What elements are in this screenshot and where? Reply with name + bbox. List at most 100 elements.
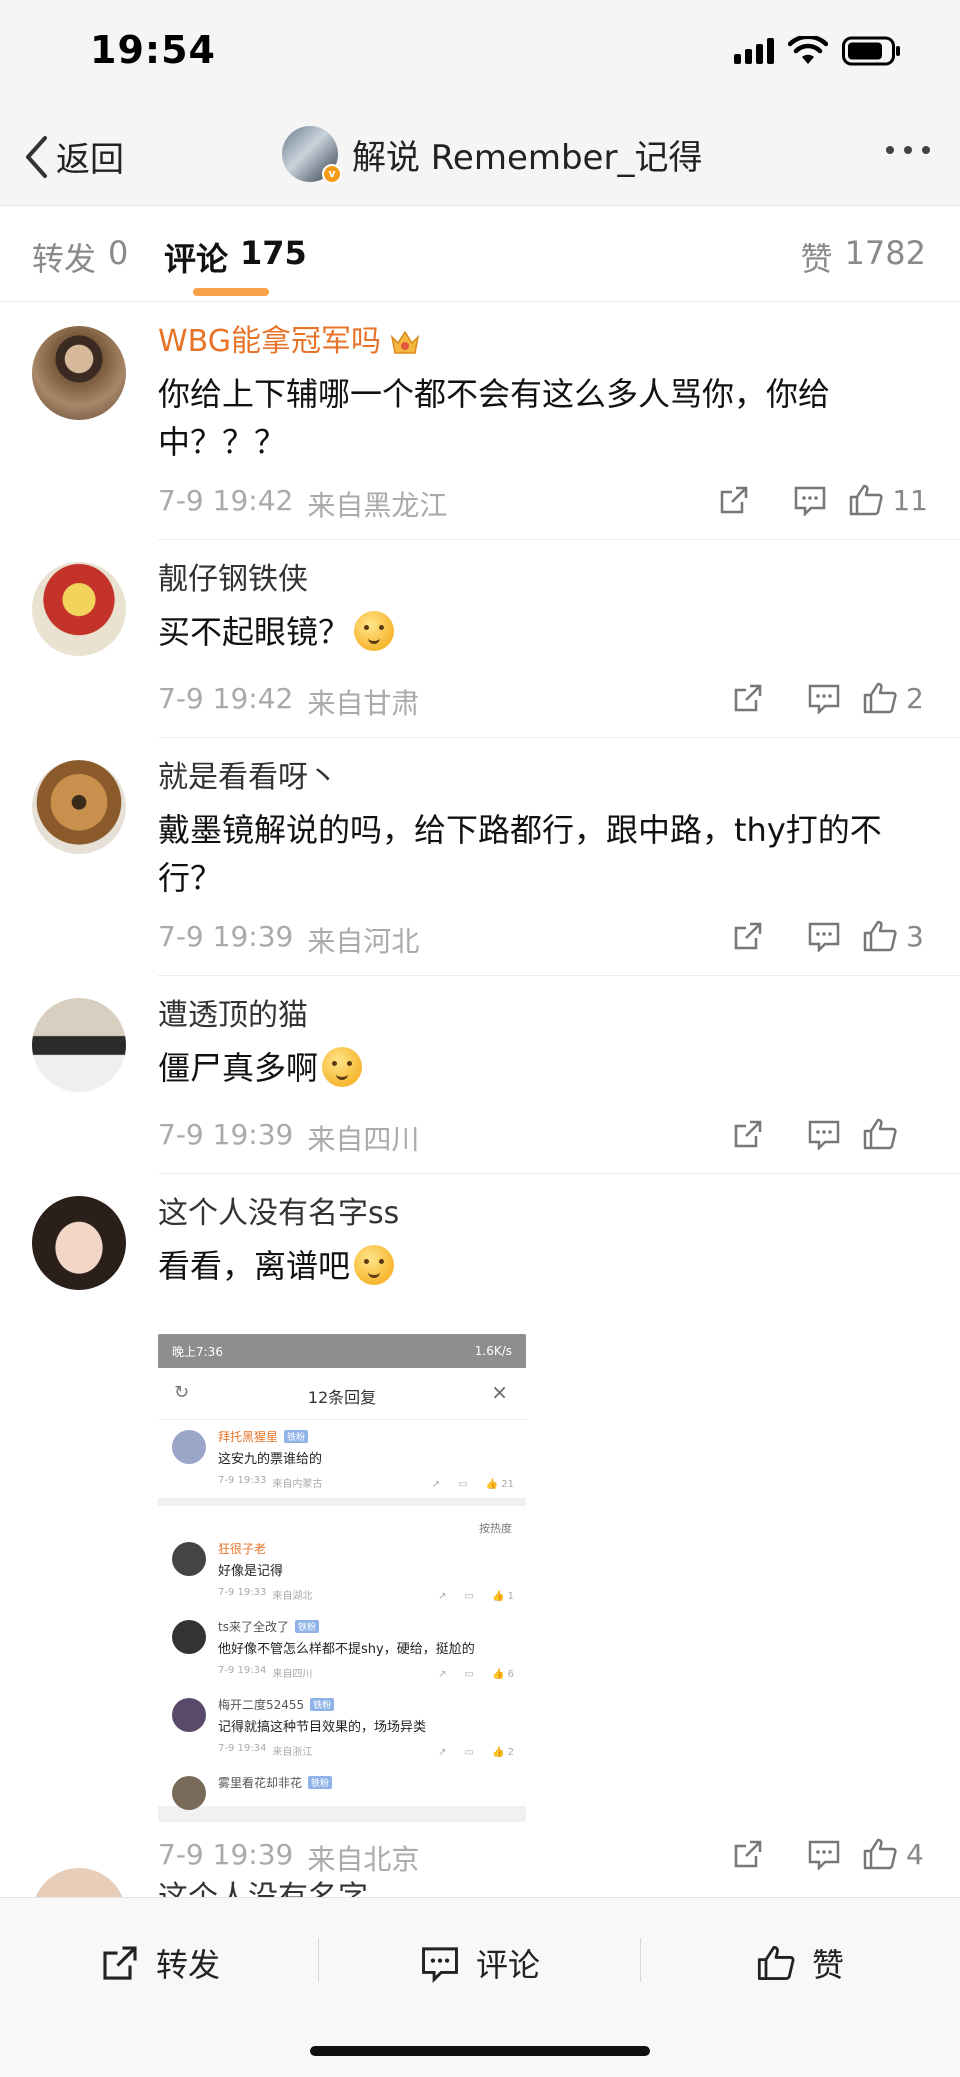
- embed-meta: 7-9 19:34 来自浙江: [218, 1743, 313, 1758]
- comment-author[interactable]: 这个人没有名字ss: [158, 1194, 960, 1234]
- comment-author[interactable]: 遭透顶的猫: [158, 996, 960, 1036]
- comment-icon[interactable]: [772, 480, 848, 520]
- embed-text: 好像是记得: [218, 1564, 284, 1579]
- embed-actions: ↗ ▭ 👍 1: [438, 1591, 514, 1602]
- avatar: [172, 1776, 206, 1810]
- signal-icon: [734, 38, 774, 64]
- avatar[interactable]: [32, 760, 126, 854]
- comment-author[interactable]: 就是看看呀丶: [158, 758, 960, 798]
- avatar: [32, 1868, 126, 1900]
- embed-header: ↻ 12条回复 ×: [158, 1368, 526, 1420]
- embed-reply: 梅开二度52455 铁粉 记得就搞这种节目效果的，场场异类 7-9 19:34 来自…: [158, 1688, 526, 1766]
- comment-actions: 2: [710, 678, 928, 718]
- avatar[interactable]: [32, 326, 126, 420]
- share-icon[interactable]: [696, 480, 772, 520]
- tab-reposts[interactable]: 转发 0: [32, 234, 128, 280]
- divider: [640, 1938, 641, 1982]
- comment-actions: 11: [696, 480, 928, 520]
- tab-comments-count: 175: [240, 234, 307, 272]
- comment-location: 来自河北: [307, 925, 420, 958]
- embed-reply: 雾里看花却非花 铁粉: [158, 1766, 526, 1810]
- status-time: 19:54: [90, 28, 216, 72]
- tab-bar: 转发 0 评论 175 赞 1782: [0, 206, 960, 302]
- tab-likes-count: 1782: [844, 234, 926, 272]
- comment-item: 遭透顶的猫 僵尸真多啊 7-9 19:39 来自四川: [0, 976, 960, 1174]
- partial-comment: 这个人没有名字: [0, 1860, 960, 1900]
- comment-image[interactable]: 晚上7:36 1.6K/s ↻ 12条回复 × 拜托黑猩星 铁粉 这安九的票谁给的…: [158, 1334, 526, 1822]
- avatar[interactable]: [32, 1196, 126, 1290]
- comment-icon[interactable]: [786, 916, 862, 956]
- comment-text: 买不起眼镜？: [158, 608, 918, 656]
- like-button[interactable]: [862, 1117, 928, 1151]
- like-count: 11: [892, 483, 928, 517]
- embed-reply: 狂很子老 好像是记得 7-9 19:33 来自湖北 ↗ ▭ 👍 1: [158, 1532, 526, 1610]
- comment-icon[interactable]: [786, 678, 862, 718]
- comment-text: 戴墨镜解说的吗，给下路都行，跟中路，thy打的不行？: [158, 811, 882, 897]
- comment-icon[interactable]: [786, 1114, 862, 1154]
- avatar[interactable]: [32, 998, 126, 1092]
- embed-text: 他好像不管怎么样都不提shy，硬给，挺尬的: [218, 1642, 475, 1657]
- like-button[interactable]: 赞: [756, 1940, 844, 1986]
- comment-actions: 3: [710, 916, 928, 956]
- comment-item: WBG能拿冠军吗 你给上下辅哪一个都不会有这么多人骂你，你给中？？？ 7-9 1…: [0, 302, 960, 540]
- comment-meta: 7-9 19:42 来自黑龙江: [158, 484, 447, 524]
- embed-status-speed: 1.6K/s: [474, 1344, 512, 1358]
- nav-user[interactable]: v 解说 Remember_记得: [282, 126, 702, 184]
- comment-button[interactable]: 评论: [420, 1940, 540, 1986]
- avatar: [172, 1698, 206, 1732]
- tab-comments-label: 评论: [164, 240, 229, 278]
- comment-author-name: WBG能拿冠军吗: [158, 324, 381, 359]
- verified-badge: v: [322, 164, 342, 184]
- embed-meta: 7-9 19:33 来自湖北: [218, 1587, 313, 1602]
- thumbs-up-icon: [863, 1118, 897, 1150]
- comment-text: 僵尸真多啊: [158, 1044, 918, 1092]
- comment-meta: 7-9 19:39 来自河北: [158, 920, 419, 960]
- embed-actions: ↗ ▭ 👍 2: [438, 1747, 514, 1758]
- comment-text: 你给上下辅哪一个都不会有这么多人骂你，你给中？？？: [158, 375, 831, 461]
- comment-label: 评论: [476, 1946, 541, 1984]
- shocked-face-emoji: [322, 1047, 363, 1087]
- partial-author-name: 这个人没有名字: [158, 1880, 368, 1900]
- avatar[interactable]: v: [282, 126, 342, 184]
- status-bar: 19:54: [0, 0, 960, 110]
- embed-reply: ts来了全改了 铁粉 他好像不管怎么样都不提shy，硬给，挺尬的 7-9 19:3…: [158, 1610, 526, 1688]
- avatar[interactable]: [32, 562, 126, 656]
- like-button[interactable]: 11: [848, 483, 928, 517]
- tab-reposts-label: 转发: [32, 240, 97, 278]
- share-icon[interactable]: [710, 1114, 786, 1154]
- embed-title: 12条回复: [307, 1388, 377, 1407]
- like-button[interactable]: 3: [862, 919, 928, 953]
- comment-actions: [710, 1114, 928, 1154]
- tab-indicator: [193, 288, 269, 296]
- share-icon[interactable]: [710, 678, 786, 718]
- wifi-icon: [788, 36, 828, 66]
- battery-icon: [842, 36, 902, 66]
- tab-likes[interactable]: 赞 1782: [801, 234, 926, 280]
- home-indicator[interactable]: [310, 2046, 650, 2056]
- comment-time: 7-9 19:39: [158, 920, 294, 953]
- chevron-left-icon: [26, 135, 47, 178]
- back-button[interactable]: 返回: [24, 132, 124, 181]
- like-count: 3: [906, 919, 924, 953]
- comment-time: 7-9 19:39: [158, 1118, 294, 1151]
- embed-status-bar: 晚上7:36 1.6K/s: [158, 1334, 526, 1368]
- like-button[interactable]: 2: [862, 681, 928, 715]
- embed-sort: 按热度: [158, 1498, 526, 1535]
- embed-author: ts来了全改了 铁粉: [218, 1610, 526, 1635]
- comment-list: WBG能拿冠军吗 你给上下辅哪一个都不会有这么多人骂你，你给中？？？ 7-9 1…: [0, 302, 960, 1876]
- comment-author[interactable]: WBG能拿冠军吗: [158, 322, 960, 362]
- smile-emoji: [354, 1245, 395, 1285]
- comment-time: 7-9 19:42: [158, 484, 294, 517]
- comment-author-name: 就是看看呀丶: [158, 760, 338, 795]
- comment-text: 看看，离谱吧: [158, 1242, 918, 1290]
- embed-status-time: 晚上7:36: [172, 1344, 223, 1359]
- tab-comments[interactable]: 评论 175: [164, 234, 307, 280]
- comment-author[interactable]: 靓仔钢铁侠: [158, 560, 960, 600]
- share-icon: [103, 1946, 137, 1980]
- more-icon[interactable]: [886, 146, 930, 154]
- share-icon[interactable]: [710, 916, 786, 956]
- embed-top-comment: 拜托黑猩星 铁粉 这安九的票谁给的 7-9 19:33 来自内蒙古 ↗ ▭ 👍 21: [158, 1420, 526, 1498]
- embed-actions: ↗ ▭ 👍 21: [431, 1479, 514, 1490]
- crown-icon: [390, 330, 420, 354]
- repost-button[interactable]: 转发: [100, 1940, 220, 1986]
